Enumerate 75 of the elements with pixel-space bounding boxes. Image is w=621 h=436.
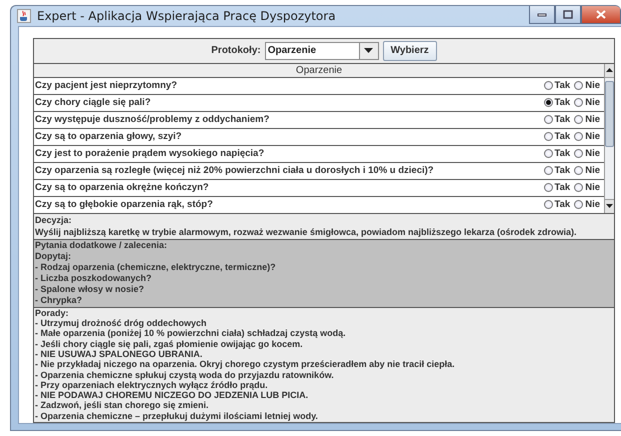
text-line: - Spalone włosy w nosie? bbox=[35, 284, 146, 295]
window-title: Expert - Aplikacja Wspierająca Pracę Dyspozytora bbox=[37, 8, 337, 23]
radio-button[interactable] bbox=[574, 200, 584, 210]
protocols-label: Protokoły: bbox=[211, 45, 261, 56]
text-line: - Utrzymuj drożność dróg oddechowych bbox=[35, 318, 208, 328]
text-line: - NIE USUWAJ SPALONEGO UBRANIA. bbox=[35, 348, 202, 360]
text-line: - Nie przykładaj niczego na oparzenia. Okryj chorego czystym prześcieradłem aby nie tracił ciepła. bbox=[35, 359, 456, 370]
question-text: Czy jest to porażenie prądem wysokiego napięcia? bbox=[35, 148, 266, 160]
text-line: Wyślij najbliższą karetkę w trybie alarmowym, rozważ wezwanie śmigłowca, powiadom najbliższego lekarza (ośrodek zdrowia). bbox=[35, 226, 578, 238]
maximize-button[interactable] bbox=[555, 6, 581, 24]
minimize-icon bbox=[537, 12, 547, 16]
question-text: Czy są to oparzenia głowy, szyi? bbox=[35, 131, 183, 142]
text-line: - Liczba poszkodowanych? bbox=[35, 272, 153, 284]
text-line: - Małe oparzenia (poniżej 10 % powierzchni ciała) schładzaj czystą wodą. bbox=[35, 328, 347, 339]
close-button[interactable] bbox=[581, 6, 621, 24]
radio-button[interactable] bbox=[544, 200, 553, 210]
question-text: Czy oparzenia są rozległe (więcej niż 20% powierzchni ciała u dorosłych i 10% u dzieci)? bbox=[35, 165, 435, 176]
radio-button[interactable] bbox=[544, 115, 553, 124]
radio-button[interactable] bbox=[574, 166, 584, 176]
section-heading: Decyzja: bbox=[35, 214, 73, 226]
radio-button[interactable] bbox=[544, 132, 553, 142]
radio-label[interactable]: Nie bbox=[585, 131, 600, 142]
select-button[interactable]: Wybierz bbox=[382, 40, 437, 61]
radio-button[interactable] bbox=[574, 183, 584, 192]
radio-button[interactable] bbox=[544, 166, 553, 176]
radio-label[interactable]: Nie bbox=[585, 80, 600, 92]
minimize-button[interactable] bbox=[529, 6, 555, 24]
scroll-thumb[interactable] bbox=[605, 80, 614, 147]
radio-button[interactable] bbox=[574, 149, 584, 158]
question-text: Czy występuje duszność/problemy z oddychaniem? bbox=[35, 114, 270, 126]
text-line: - Oparzenia chemiczne spłukuj czystą woda do przyjazdu ratowników. bbox=[35, 370, 335, 380]
dropdown-arrow-icon bbox=[364, 48, 374, 54]
radio-label[interactable]: Tak bbox=[554, 199, 570, 210]
section-heading: Pytania dodatkowe / zalecenia: bbox=[35, 240, 168, 251]
radio-label[interactable]: Tak bbox=[554, 182, 570, 194]
text-line: - Oparzenia chemiczne – przepłukuj dużymi ilościami letniej wody. bbox=[35, 410, 319, 421]
radio-label[interactable]: Nie bbox=[585, 114, 600, 126]
radio-label[interactable]: Tak bbox=[554, 165, 570, 176]
text-line: - NIE PODAWAJ CHOREMU NICZEGO DO JEDZENIA LUB PICIA. bbox=[35, 390, 310, 400]
radio-label[interactable]: Nie bbox=[585, 165, 600, 176]
radio-label[interactable]: Tak bbox=[554, 148, 570, 160]
radio-label[interactable]: Nie bbox=[585, 199, 600, 210]
section-heading: Porady: bbox=[35, 308, 70, 318]
cup-icon bbox=[17, 8, 31, 23]
radio-label[interactable]: Tak bbox=[554, 131, 570, 142]
radio-button[interactable] bbox=[574, 98, 584, 108]
scroll-up-icon[interactable] bbox=[606, 68, 613, 72]
text-line: - Przy oparzeniach elektrycznych wyłącz źródło prądu. bbox=[35, 380, 268, 390]
radio-button[interactable] bbox=[574, 115, 584, 124]
scroll-down-icon[interactable] bbox=[606, 204, 613, 208]
radio-button[interactable] bbox=[544, 183, 553, 192]
text-line: - Chrypka? bbox=[35, 294, 84, 306]
radio-button[interactable] bbox=[544, 149, 553, 158]
radio-button[interactable] bbox=[544, 98, 553, 108]
scrollbar[interactable] bbox=[604, 64, 614, 213]
radio-label[interactable]: Nie bbox=[585, 97, 600, 108]
question-text: Czy chory ciągle się pali? bbox=[35, 97, 152, 108]
close-icon bbox=[596, 10, 606, 19]
radio-label[interactable]: Nie bbox=[585, 182, 600, 194]
maximize-icon bbox=[563, 10, 573, 19]
question-text: Czy pacjent jest nieprzytomny? bbox=[35, 80, 178, 92]
radio-button[interactable] bbox=[544, 81, 553, 90]
text-line: - Rodzaj oparzenia (chemiczne, elektryczne, termiczne)? bbox=[35, 262, 277, 273]
text-line: - Zadzwoń, jeśli stan chorego się zmieni. bbox=[35, 400, 210, 411]
radio-button[interactable] bbox=[574, 132, 584, 142]
radio-label[interactable]: Tak bbox=[554, 80, 570, 92]
question-text: Czy są to oparzenia okrężne kończyn? bbox=[35, 182, 210, 194]
protocol-dropdown[interactable]: Oparzenie bbox=[264, 42, 379, 60]
text-line: Dopytaj: bbox=[35, 250, 72, 262]
radio-label[interactable]: Tak bbox=[554, 114, 570, 126]
radio-label[interactable]: Nie bbox=[585, 148, 600, 160]
radio-button[interactable] bbox=[574, 81, 584, 90]
question-text: Czy są to głębokie oparzenia rąk, stóp? bbox=[35, 199, 214, 210]
radio-label[interactable]: Tak bbox=[554, 97, 570, 108]
text-line: - Jeśli chory ciągle się pali, zgaś płomienie owijając go kocem. bbox=[35, 338, 304, 349]
